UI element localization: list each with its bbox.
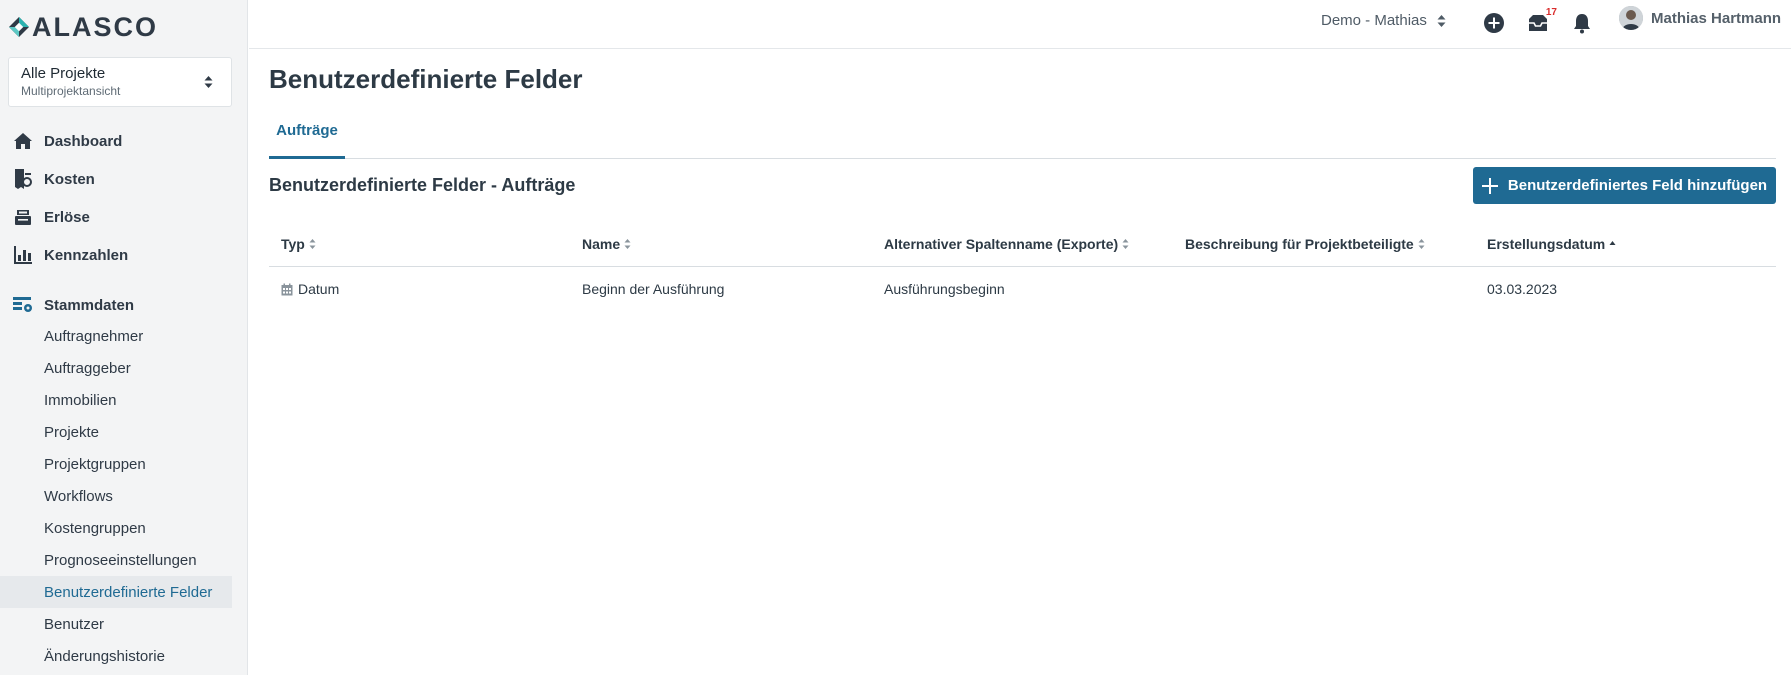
- sort-arrows-icon: [204, 76, 213, 88]
- chart-icon: [12, 244, 34, 266]
- home-icon: [12, 130, 34, 152]
- sort-icon: [1418, 238, 1425, 250]
- nav-item-dashboard[interactable]: Dashboard: [0, 122, 248, 160]
- calendar-icon: [281, 283, 293, 296]
- organization-selector-label: Demo - Mathias: [1321, 12, 1427, 29]
- column-header-label: Typ: [281, 236, 305, 252]
- nav-item-stammdaten[interactable]: Stammdaten: [0, 286, 248, 324]
- column-header-label: Name: [582, 236, 621, 252]
- alasco-logo[interactable]: ALASCO: [8, 12, 158, 42]
- nav-label: Erlöse: [44, 208, 90, 226]
- add-custom-field-label: Benutzerdefiniertes Feld hinzufügen: [1507, 177, 1768, 194]
- sidebar-item-workflows[interactable]: Workflows: [0, 480, 248, 512]
- column-header-alt-name[interactable]: Alternativer Spaltenname (Exporte): [884, 236, 1129, 252]
- stammdaten-submenu: Auftragnehmer Auftraggeber Immobilien Pr…: [0, 320, 248, 672]
- section-title: Benutzerdefinierte Felder - Aufträge: [269, 175, 576, 195]
- logo-mark-icon: [9, 17, 29, 37]
- table-row[interactable]: Datum Beginn der Ausführung Ausführungsb…: [269, 267, 1776, 313]
- column-header-label: Alternativer Spaltenname (Exporte): [884, 236, 1119, 252]
- sidebar-item-prognoseeinstellungen[interactable]: Prognoseeinstellungen: [0, 544, 248, 576]
- invoice-icon: [12, 168, 34, 190]
- page-title: Benutzerdefinierte Felder: [269, 64, 583, 94]
- sort-asc-icon: [1609, 240, 1616, 248]
- project-selector-subtitle: Multiprojektansicht: [21, 84, 121, 98]
- main-nav: Dashboard Kosten Erlöse Kennzahlen: [0, 122, 248, 274]
- project-selector[interactable]: Alle Projekte Multiprojektansicht: [8, 57, 232, 107]
- sidebar: ALASCO Alle Projekte Multiprojektansicht…: [0, 0, 248, 675]
- column-header-erstellungsdatum[interactable]: Erstellungsdatum: [1487, 236, 1616, 252]
- sidebar-item-auftraggeber[interactable]: Auftraggeber: [0, 352, 248, 384]
- sidebar-item-kostengruppen[interactable]: Kostengruppen: [0, 512, 248, 544]
- project-selector-title: Alle Projekte: [21, 65, 106, 82]
- bell-icon[interactable]: [1569, 10, 1595, 36]
- sort-arrows-icon: [1437, 14, 1446, 27]
- tab-auftraege[interactable]: Aufträge: [269, 110, 345, 159]
- sidebar-item-immobilien[interactable]: Immobilien: [0, 384, 248, 416]
- sort-icon: [309, 238, 316, 250]
- user-menu[interactable]: Mathias Hartmann: [1619, 6, 1781, 30]
- sidebar-item-projektgruppen[interactable]: Projektgruppen: [0, 448, 248, 480]
- sort-icon: [624, 238, 631, 250]
- add-custom-field-button[interactable]: Benutzerdefiniertes Feld hinzufügen: [1473, 167, 1776, 204]
- sidebar-item-auftragnehmer[interactable]: Auftragnehmer: [0, 320, 248, 352]
- nav-label: Stammdaten: [44, 296, 135, 314]
- inbox-badge: 17: [1545, 7, 1557, 18]
- cash-register-icon: [12, 206, 34, 228]
- logo-text: ALASCO: [32, 11, 158, 42]
- sidebar-item-benutzer[interactable]: Benutzer: [0, 608, 248, 640]
- cell-typ-label: Datum: [298, 281, 340, 297]
- user-name: Mathias Hartmann: [1651, 9, 1782, 27]
- sidebar-item-aenderungshistorie[interactable]: Änderungshistorie: [0, 640, 248, 672]
- nav-label: Dashboard: [44, 132, 123, 150]
- sidebar-item-projekte[interactable]: Projekte: [0, 416, 248, 448]
- nav-item-erloese[interactable]: Erlöse: [0, 198, 248, 236]
- organization-selector[interactable]: Demo - Mathias: [1321, 12, 1446, 29]
- nav-item-kennzahlen[interactable]: Kennzahlen: [0, 236, 248, 274]
- table-header: Typ Name Alternativer Spaltenname (Expor…: [269, 222, 1776, 267]
- database-settings-icon: [12, 294, 34, 316]
- cell-typ: Datum: [281, 281, 339, 297]
- cell-erstellungsdatum: 03.03.2023: [1487, 281, 1558, 297]
- plus-icon: [1481, 177, 1498, 194]
- column-header-beschreibung[interactable]: Beschreibung für Projektbeteiligte: [1185, 236, 1425, 252]
- column-header-label: Beschreibung für Projektbeteiligte: [1185, 236, 1414, 252]
- sidebar-item-benutzerdefinierte-felder[interactable]: Benutzerdefinierte Felder: [0, 576, 232, 608]
- top-bar: Demo - Mathias 17 Mathias Hartmann: [249, 0, 1791, 49]
- inbox-icon[interactable]: 17: [1525, 7, 1557, 36]
- sort-icon: [1122, 238, 1129, 250]
- column-header-name[interactable]: Name: [582, 236, 631, 252]
- nav-item-kosten[interactable]: Kosten: [0, 160, 248, 198]
- column-header-label: Erstellungsdatum: [1487, 236, 1606, 252]
- custom-fields-table: Typ Name Alternativer Spaltenname (Expor…: [269, 222, 1776, 313]
- tab-bar: Aufträge: [269, 110, 1776, 159]
- avatar: [1619, 6, 1643, 30]
- nav-label: Kosten: [44, 170, 95, 188]
- column-header-typ[interactable]: Typ: [281, 236, 316, 252]
- cell-name: Beginn der Ausführung: [582, 281, 725, 297]
- nav-label: Kennzahlen: [44, 246, 129, 264]
- cell-alt-name: Ausführungsbeginn: [884, 281, 1005, 297]
- add-circle-icon[interactable]: [1481, 10, 1507, 36]
